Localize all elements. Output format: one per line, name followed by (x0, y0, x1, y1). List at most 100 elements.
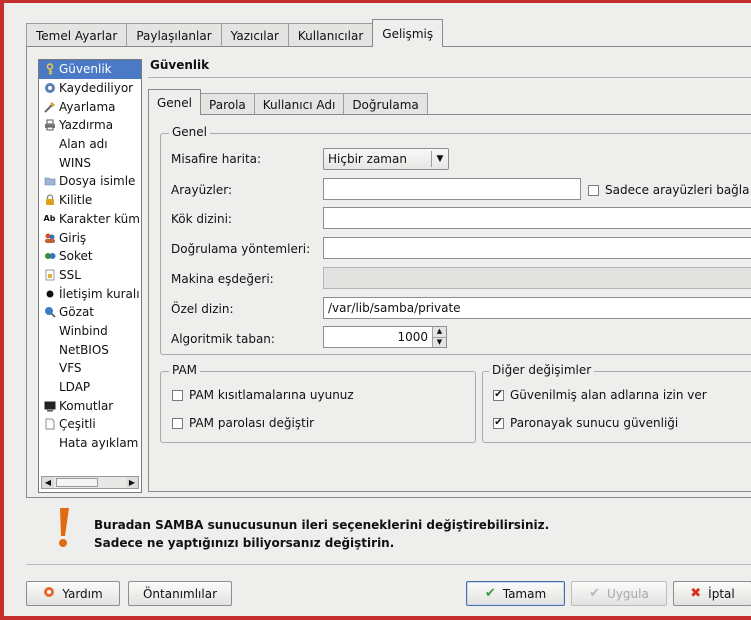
button-label: Uygula (607, 586, 649, 601)
tab-label: Genel (157, 95, 193, 110)
sidebar-item-label: Ayarlama (59, 99, 116, 114)
checkbox-box (172, 389, 183, 401)
ok-button[interactable]: ✔ Tamam (466, 581, 565, 606)
root-dir-label: Kök dizini: (171, 212, 232, 226)
auth-methods-label: Doğrulama yöntemleri: (171, 242, 311, 256)
sidebar-item-logging[interactable]: Kaydediliyor (39, 79, 141, 98)
browse-icon (43, 306, 56, 318)
checkbox-box: ✔ (493, 417, 504, 429)
sidebar-item-login[interactable]: Giriş (39, 228, 141, 247)
guest-map-value: Hiçbir zaman (328, 152, 407, 166)
spin-down-icon[interactable]: ▼ (433, 336, 446, 347)
auth-methods-input[interactable] (323, 237, 751, 259)
sidebar-horizontal-scrollbar[interactable]: ◀ ▶ (41, 476, 139, 489)
private-dir-label: Özel dizin: (171, 302, 234, 316)
sidebar-item-debug[interactable]: Hata ayıklam (39, 434, 141, 453)
sidebar-item-tuning[interactable]: Ayarlama (39, 97, 141, 116)
sidebar-item-ldap[interactable]: LDAP (39, 378, 141, 397)
help-button[interactable]: Yardım (26, 581, 120, 606)
pam-restrictions-checkbox[interactable]: PAM kısıtlamalarına uyunuz (172, 388, 354, 402)
tab-general[interactable]: Genel (148, 89, 202, 115)
tab-printers[interactable]: Yazıcılar (220, 23, 289, 47)
sidebar-item-wins[interactable]: WINS (39, 153, 141, 172)
group-legend: PAM (169, 363, 201, 377)
machine-equiv-input (323, 267, 751, 289)
sidebar-item-label: Alan adı (59, 137, 108, 152)
sidebar-item-socket[interactable]: Soket (39, 247, 141, 266)
sidebar-item-label: Kilitle (59, 193, 93, 208)
sidebar-item-commands[interactable]: Komutlar (39, 396, 141, 415)
tab-basic-settings[interactable]: Temel Ayarlar (26, 23, 128, 47)
algorithmic-base-spinbox[interactable]: 1000 ▲ ▼ (323, 326, 447, 348)
sidebar-item-winbind[interactable]: Winbind (39, 322, 141, 341)
sidebar-item-locking[interactable]: Kilitle (39, 191, 141, 210)
checkbox-box (172, 417, 183, 429)
close-icon: ✖ (690, 586, 702, 601)
trusted-domains-checkbox[interactable]: ✔ Güvenilmiş alan adlarına izin ver (493, 388, 707, 402)
defaults-button[interactable]: Öntanımlılar (128, 581, 232, 606)
button-label: Tamam (502, 586, 547, 601)
lock-icon (43, 194, 56, 206)
root-dir-input[interactable] (323, 207, 751, 229)
pam-password-change-checkbox[interactable]: PAM parolası değiştir (172, 416, 314, 430)
checkbox-label: Güvenilmiş alan adlarına izin ver (510, 388, 707, 402)
socket-icon (43, 250, 56, 262)
sidebar-item-printing[interactable]: Yazdırma (39, 116, 141, 135)
sidebar-item-label: NetBIOS (59, 342, 109, 357)
tab-label: Doğrulama (352, 97, 419, 112)
checkbox-label: Sadece arayüzleri bağla (605, 183, 750, 197)
scroll-right-icon[interactable]: ▶ (126, 477, 138, 488)
checkmark-icon: ✔ (589, 586, 601, 601)
scrollbar-thumb[interactable] (56, 478, 98, 487)
guest-map-select[interactable]: Hiçbir zaman ▼ (323, 148, 449, 170)
sidebar-item-label: Komutlar (59, 398, 114, 413)
sidebar-item-misc[interactable]: Çeşitli (39, 415, 141, 434)
tab-shares[interactable]: Paylaşılanlar (126, 23, 222, 47)
protocol-icon (43, 288, 56, 300)
chevron-down-icon: ▼ (436, 154, 444, 164)
tab-username[interactable]: Kullanıcı Adı (253, 93, 345, 115)
category-list[interactable]: Güvenlik Kaydediliyor Ayarlama Yazdırma … (38, 59, 142, 493)
checkbox-label: PAM parolası değiştir (189, 416, 315, 430)
sidebar-item-ssl[interactable]: SSL (39, 266, 141, 285)
pam-group: PAM (160, 363, 476, 443)
tab-label: Kullanıcılar (297, 28, 364, 43)
scroll-left-icon[interactable]: ◀ (42, 477, 54, 488)
ssl-icon (43, 269, 56, 281)
sidebar-item-security[interactable]: Güvenlik (39, 60, 141, 79)
interfaces-input[interactable] (323, 178, 581, 200)
printer-icon (43, 119, 56, 131)
sidebar-item-filenames[interactable]: Dosya isimle (39, 172, 141, 191)
sidebar-item-domain[interactable]: Alan adı (39, 135, 141, 154)
sidebar-item-netbios[interactable]: NetBIOS (39, 340, 141, 359)
bind-interfaces-only-checkbox[interactable]: Sadece arayüzleri bağla (588, 183, 750, 197)
sidebar-item-vfs[interactable]: VFS (39, 359, 141, 378)
sidebar-item-label: Giriş (59, 230, 87, 245)
sidebar-item-protocol[interactable]: İletişim kuralı (39, 284, 141, 303)
tab-label: Paylaşılanlar (136, 28, 212, 43)
spin-up-icon[interactable]: ▲ (433, 327, 446, 337)
sidebar-item-label: Soket (59, 249, 93, 264)
tune-icon (43, 101, 56, 113)
tab-advanced[interactable]: Gelişmiş (372, 19, 444, 47)
section-title: Güvenlik (150, 58, 210, 72)
sidebar-item-browse[interactable]: Gözat (39, 303, 141, 322)
tab-password[interactable]: Parola (200, 93, 255, 115)
machine-equiv-label: Makina eşdeğeri: (171, 272, 274, 286)
security-tabbar: Genel Parola Kullanıcı Adı Doğrulama (148, 89, 428, 115)
charset-icon: Ab (43, 214, 56, 224)
sidebar-item-label: Winbind (59, 323, 108, 338)
terminal-icon (43, 400, 56, 412)
sidebar-item-charset[interactable]: Ab Karakter küm (39, 210, 141, 229)
checkbox-box: ✔ (493, 389, 504, 401)
apply-button[interactable]: ✔ Uygula (571, 581, 667, 606)
tab-authentication[interactable]: Doğrulama (343, 93, 428, 115)
checkmark-icon: ✔ (484, 586, 496, 601)
paranoid-security-checkbox[interactable]: ✔ Paronayak sunucu güvenliği (493, 416, 678, 430)
button-label: Yardım (62, 586, 103, 601)
cancel-button[interactable]: ✖ İptal (673, 581, 751, 606)
private-dir-input[interactable]: /var/lib/samba/private (323, 297, 751, 319)
tab-users[interactable]: Kullanıcılar (287, 23, 374, 47)
dialog-window: Temel Ayarlar Paylaşılanlar Yazıcılar Ku… (0, 0, 751, 620)
login-icon (43, 232, 56, 244)
